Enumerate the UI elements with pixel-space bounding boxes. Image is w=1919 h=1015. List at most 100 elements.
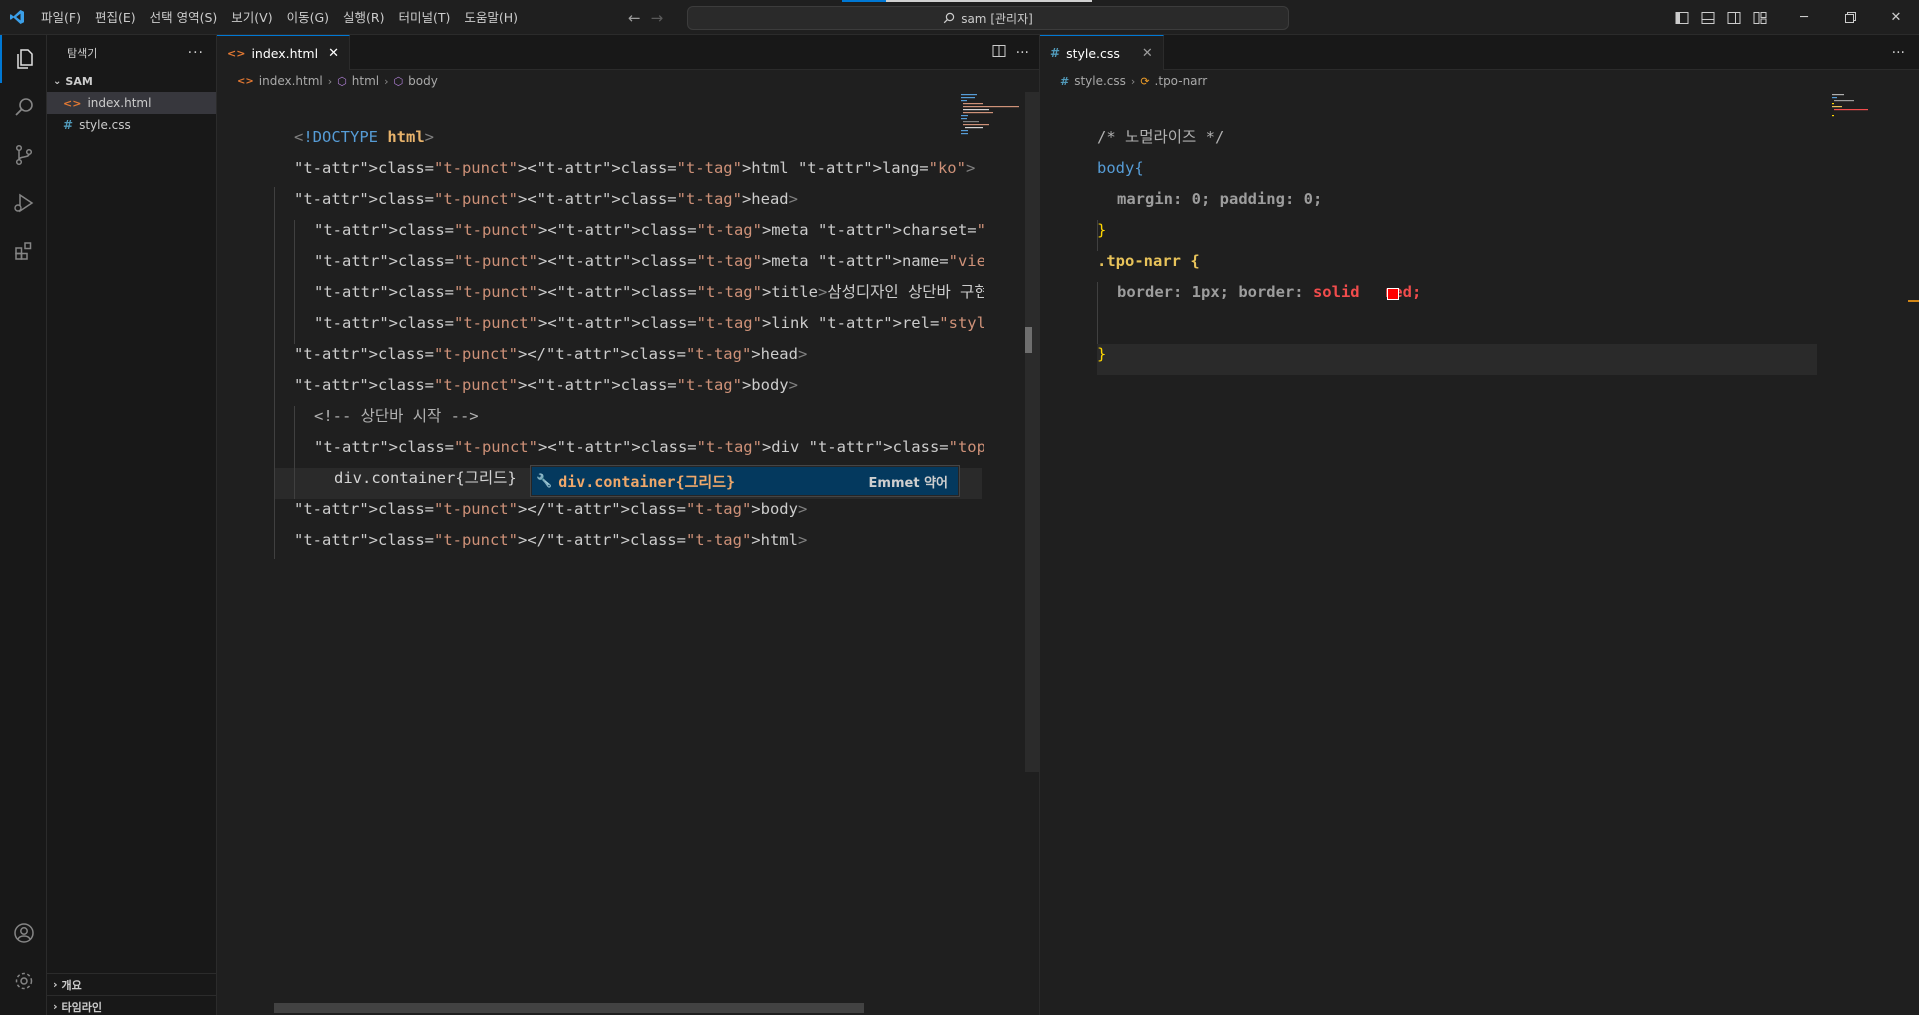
outline-label: 개요 [61, 978, 82, 992]
close-window-icon[interactable]: ✕ [1873, 0, 1919, 35]
color-swatch[interactable] [1387, 288, 1399, 300]
tab-index-html[interactable]: <> index.html ✕ [217, 35, 350, 70]
search-icon [943, 12, 955, 24]
code-editor-index-html[interactable]: <!DOCTYPE html> "t-attr">class="t-punct"… [294, 92, 984, 992]
vertical-scrollbar[interactable] [1025, 92, 1039, 772]
run-debug-icon[interactable] [0, 179, 47, 227]
chevron-right-icon: › [53, 978, 58, 991]
menu-help[interactable]: 도움말(H) [457, 0, 525, 35]
element-icon: ⬡ [393, 74, 404, 88]
code-line: border: 1px; border: solid red; [1117, 283, 1422, 301]
menu-bar: 파일(F) 편집(E) 선택 영역(S) 보기(V) 이동(G) 실행(R) 터… [34, 0, 525, 35]
timeline-section[interactable]: › 타임라인 [47, 995, 217, 1015]
code-line: "t-attr">class="t-punct"><"t-attr">class… [294, 159, 976, 177]
code-line: "t-attr">class="t-punct"><"t-attr">class… [314, 283, 984, 301]
extensions-icon[interactable] [0, 227, 47, 275]
editor-group-left: <> index.html ✕ ··· <> index.html › ⬡ ht… [217, 35, 1039, 1015]
minimap[interactable] [1830, 92, 1900, 132]
close-icon[interactable]: ✕ [1142, 46, 1153, 61]
more-actions-icon[interactable]: ··· [188, 45, 204, 61]
command-center-label: sam [관리자] [961, 11, 1033, 26]
tab-label: style.css [1066, 45, 1120, 61]
breadcrumb-item[interactable]: .tpo-narr [1155, 74, 1208, 88]
emmet-suggestion-widget: 🔧 div.container{그리드} Emmet 약어 [530, 465, 960, 497]
file-item-style-css[interactable]: # style.css [47, 114, 216, 136]
code-line: "t-attr">class="t-punct"><"t-attr">class… [294, 190, 798, 208]
command-center[interactable]: sam [관리자] [687, 6, 1289, 30]
split-editor-icon[interactable] [992, 44, 1006, 62]
menu-terminal[interactable]: 터미널(T) [392, 0, 458, 35]
code-line: "t-attr">class="t-punct"><"t-attr">class… [314, 438, 984, 456]
code-line: /* 노멀라이즈 */ [1097, 128, 1225, 146]
code-editor-style-css[interactable]: /* 노멀라이즈 */ body{ margin: 0; padding: 0;… [1097, 92, 1857, 992]
toggle-secondary-sidebar-icon[interactable] [1721, 0, 1747, 35]
close-icon[interactable]: ✕ [328, 46, 339, 61]
tab-style-css[interactable]: # style.css ✕ [1040, 35, 1164, 70]
folder-sam[interactable]: ⌄ SAM [47, 70, 216, 92]
forward-arrow-icon[interactable]: → [651, 9, 664, 27]
selector-icon: ⟳ [1140, 74, 1150, 88]
settings-gear-icon[interactable] [0, 957, 47, 1005]
customize-layout-icon[interactable] [1747, 0, 1773, 35]
search-sidebar-icon[interactable] [0, 83, 47, 131]
code-line: "t-attr">class="t-punct"><"t-attr">class… [314, 221, 984, 239]
vscode-logo-icon [0, 0, 34, 35]
editor-group-right: # style.css ✕ ··· # style.css › ⟳ .tpo-n… [1039, 35, 1919, 1015]
breadcrumb-item[interactable]: index.html [259, 74, 323, 88]
chevron-right-icon: › [1130, 74, 1136, 88]
menu-edit[interactable]: 편집(E) [88, 0, 143, 35]
back-arrow-icon[interactable]: ← [628, 9, 641, 27]
html-file-icon: <> [227, 46, 246, 60]
menu-file[interactable]: 파일(F) [34, 0, 88, 35]
sidebar-title: 탐색기 [67, 46, 98, 60]
window-title-strip [886, 0, 1092, 2]
overview-ruler-marker [1908, 300, 1919, 302]
code-line: "t-attr">class="t-punct"><"t-attr">class… [294, 376, 798, 394]
code-line: .tpo-narr { [1097, 252, 1200, 270]
account-icon[interactable] [0, 909, 47, 957]
outline-section[interactable]: › 개요 [47, 973, 217, 995]
css-file-icon: # [63, 118, 74, 132]
code-line: div.container{그리드} [334, 469, 517, 487]
code-line: } [1097, 345, 1107, 363]
title-bar: 파일(F) 편집(E) 선택 영역(S) 보기(V) 이동(G) 실행(R) 터… [0, 0, 1919, 35]
css-file-icon: # [1050, 46, 1061, 60]
tab-label: index.html [251, 45, 319, 61]
file-item-index-html[interactable]: <> index.html [47, 92, 216, 114]
minimap[interactable] [957, 92, 1027, 152]
code-line: "t-attr">class="t-punct"><"t-attr">class… [314, 314, 984, 332]
menu-selection[interactable]: 선택 영역(S) [143, 0, 225, 35]
code-line: <!-- 상단바 시작 --> [314, 407, 479, 425]
toggle-primary-sidebar-icon[interactable] [1669, 0, 1695, 35]
menu-run[interactable]: 실행(R) [336, 0, 391, 35]
breadcrumb: # style.css › ⟳ .tpo-narr [1040, 70, 1919, 92]
breadcrumb-item[interactable]: body [408, 74, 438, 88]
folder-label: SAM [65, 74, 93, 88]
file-label: index.html [87, 96, 152, 110]
breadcrumb-item[interactable]: html [352, 74, 379, 88]
tab-bar: # style.css ✕ ··· [1040, 35, 1919, 70]
tab-bar: <> index.html ✕ ··· [217, 35, 1039, 70]
explorer-icon[interactable] [0, 35, 47, 83]
code-line: } [1097, 221, 1107, 239]
menu-view[interactable]: 보기(V) [224, 0, 279, 35]
breadcrumb-item[interactable]: style.css [1074, 74, 1126, 88]
css-file-icon: # [1060, 74, 1070, 88]
code-line: "t-attr">class="t-punct"></"t-attr">clas… [294, 500, 808, 518]
window-accent-strip [842, 0, 886, 2]
toggle-panel-icon[interactable] [1695, 0, 1721, 35]
more-actions-icon[interactable]: ··· [1016, 45, 1029, 61]
chevron-down-icon: ⌄ [53, 75, 62, 87]
source-control-icon[interactable] [0, 131, 47, 179]
chevron-right-icon: › [53, 1000, 58, 1013]
more-actions-icon[interactable]: ··· [1892, 45, 1905, 61]
code-line: "t-attr">class="t-punct"><"t-attr">class… [314, 252, 984, 270]
editor-sash[interactable] [1025, 327, 1032, 353]
indent-guide [274, 187, 275, 559]
suggestion-item[interactable]: 🔧 div.container{그리드} Emmet 약어 [532, 467, 958, 495]
restore-icon[interactable] [1827, 0, 1873, 35]
code-line: margin: 0; padding: 0; [1117, 190, 1323, 208]
minimize-icon[interactable]: ─ [1781, 0, 1827, 35]
horizontal-scrollbar[interactable] [274, 1003, 864, 1013]
menu-go[interactable]: 이동(G) [280, 0, 336, 35]
